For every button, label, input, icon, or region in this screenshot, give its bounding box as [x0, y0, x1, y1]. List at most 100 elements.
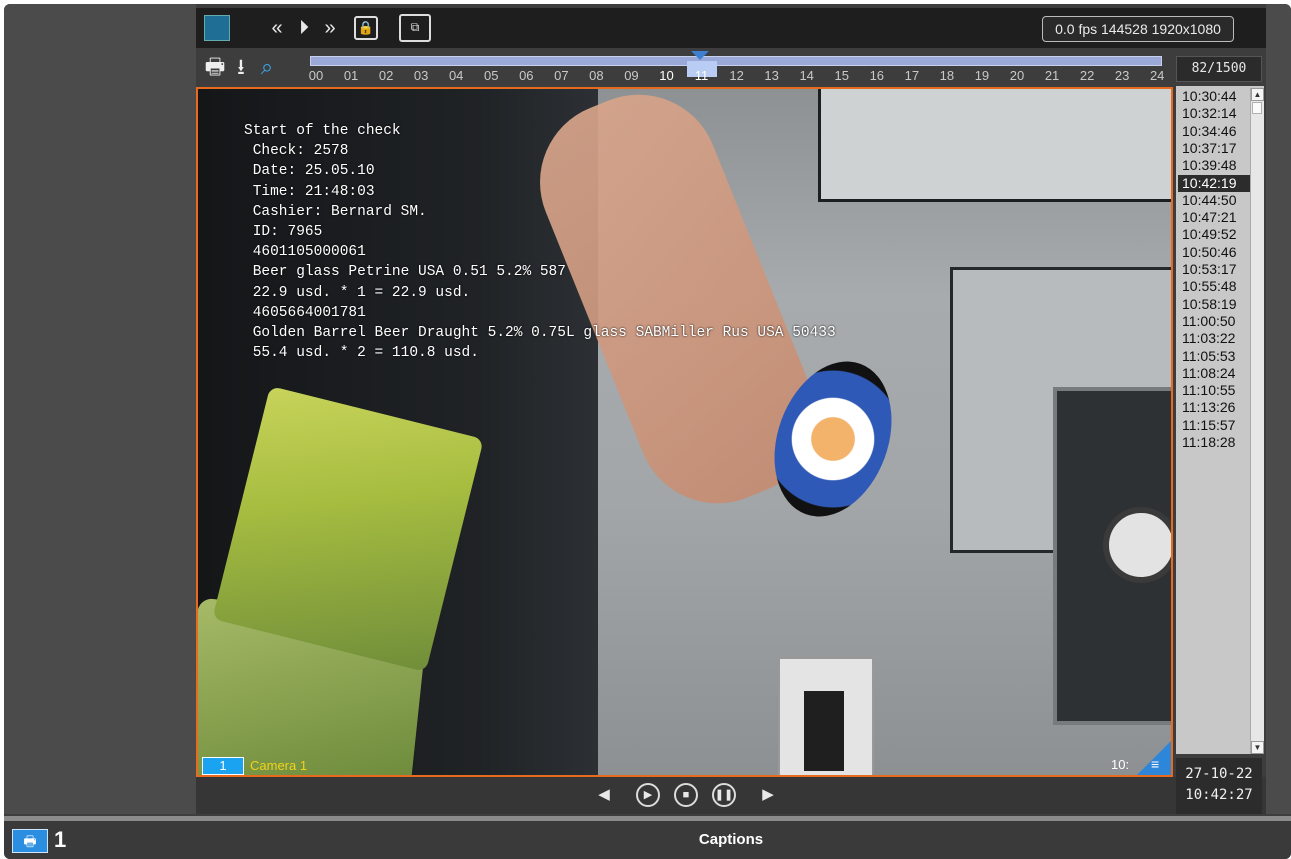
event-time-item[interactable]: 10:50:46 [1178, 244, 1252, 261]
timeline-tick: 20 [1009, 68, 1025, 83]
check-line: 4605664001781 [244, 304, 366, 321]
timeline-tick: 09 [624, 68, 639, 83]
timeline-tick: 24 [1149, 68, 1165, 83]
camera-name: Camera 1 [250, 758, 308, 773]
timeline-tick: 12 [729, 68, 744, 83]
timeline-tick: 03 [413, 68, 429, 83]
event-time-item[interactable]: 11:15:57 [1178, 417, 1252, 434]
scale-label: 10: [1111, 757, 1130, 772]
check-line: Check: 2578 [244, 143, 349, 160]
scene-disc [1103, 507, 1171, 583]
event-time-item[interactable]: 10:34:46 [1178, 123, 1252, 140]
scroll-down-icon[interactable]: ▼ [1251, 741, 1264, 754]
event-time-item[interactable]: 11:18:28 [1178, 434, 1252, 451]
event-time-item[interactable]: 10:30:44 [1178, 88, 1252, 105]
event-time-item[interactable]: 10:32:14 [1178, 105, 1252, 122]
fast-forward-icon[interactable]: » [317, 14, 343, 42]
rewind-icon[interactable]: « [264, 14, 290, 42]
check-line: Golden Barrel Beer Draught 5.2% 0.75L gl… [244, 324, 836, 341]
timeline-tick: 14 [799, 68, 814, 83]
check-line: ID: 7965 [244, 223, 323, 240]
captions-title: Captions [698, 831, 764, 848]
event-time-item[interactable]: 10:49:52 [1178, 226, 1252, 243]
right-panel [1266, 4, 1291, 814]
event-time-item[interactable]: 11:08:24 [1178, 365, 1252, 382]
timeline-tick: 05 [484, 68, 499, 83]
video-frame[interactable]: Start of the check Check: 2578 Date: 25.… [196, 87, 1173, 777]
prev-icon[interactable]: ◀ [592, 783, 616, 807]
timeline-tick: 22 [1079, 68, 1095, 83]
pause-icon[interactable]: ❚❚ [712, 783, 736, 807]
play-icon[interactable]: ▶ [636, 783, 660, 807]
check-line: Beer glass Petrine USA 0.51 5.2% 587 [244, 264, 566, 281]
timeline-tick: 08 [589, 68, 604, 83]
current-date: 27-10-22 [1185, 766, 1253, 782]
list-scrollbar[interactable]: ▲ ▼ [1250, 88, 1264, 754]
check-line: 22.9 usd. * 1 = 22.9 usd. [244, 284, 471, 301]
bottom-bar: 🖶 1 Captions [4, 821, 1291, 859]
camera-badge: 1 Camera 1 [202, 757, 307, 775]
timeline-tick: 19 [974, 68, 990, 83]
event-time-item[interactable]: 11:05:53 [1178, 348, 1252, 365]
event-time-item[interactable]: 10:47:21 [1178, 209, 1252, 226]
stop-icon[interactable]: ■ [674, 783, 698, 807]
tape-export-icon[interactable]: ⧉ [399, 14, 431, 42]
camera-number[interactable]: 1 [202, 757, 244, 775]
lock-icon[interactable]: 🔒 [354, 16, 378, 40]
check-line: 4601105000061 [244, 244, 366, 261]
check-line: Cashier: Bernard SM. [244, 203, 427, 220]
playback-controls: ◀ ▶ ■ ❚❚ ▶ [196, 777, 1266, 814]
video-toolbar: « ⏵ » 🔒 ⧉ 0.0 fps 144528 1920x1080 [196, 8, 1266, 48]
timeline-tick: 06 [519, 68, 534, 83]
current-datetime: 27-10-22 10:42:27 [1176, 758, 1262, 814]
stop-icon[interactable] [204, 15, 230, 41]
timeline-tick: 16 [869, 68, 885, 83]
timeline-bar[interactable] [310, 51, 1162, 77]
check-line: Date: 25.05.10 [244, 163, 375, 180]
left-panel [4, 4, 196, 814]
stream-status: 0.0 fps 144528 1920x1080 [1042, 16, 1234, 42]
timeline-tick: 15 [834, 68, 849, 83]
timeline-row: 🖶 ⭳ ⌕ 00 01 02 03 04 05 06 07 08 09 10 11 12 13 14 15 16 17… [196, 48, 1266, 86]
frame-counter: 82/1500 [1176, 56, 1262, 82]
event-time-item[interactable]: 10:37:17 [1178, 140, 1252, 157]
event-time-item[interactable]: 10:53:17 [1178, 261, 1252, 278]
timeline-tick: 23 [1114, 68, 1130, 83]
event-time-item[interactable]: 11:03:22 [1178, 330, 1252, 347]
event-time-item[interactable]: 11:13:26 [1178, 399, 1252, 416]
event-time-item[interactable]: 10:42:19 [1178, 174, 1252, 192]
timeline-tick: 21 [1044, 68, 1060, 83]
print-icon[interactable]: 🖶 [202, 52, 228, 82]
download-icon[interactable]: ⭳ [228, 52, 254, 82]
check-line: 55.4 usd. * 2 = 110.8 usd. [244, 345, 479, 362]
timeline-tick: 11 [694, 68, 709, 83]
search-icon[interactable]: ⌕ [254, 52, 280, 82]
event-time-item[interactable]: 11:10:55 [1178, 382, 1252, 399]
next-icon[interactable]: ▶ [756, 783, 780, 807]
timeline-tick: 17 [904, 68, 920, 83]
scene-panel [818, 89, 1171, 202]
menu-icon[interactable]: ≡ [1151, 757, 1167, 771]
scroll-up-icon[interactable]: ▲ [1251, 88, 1264, 101]
event-time-item[interactable]: 10:58:19 [1178, 296, 1252, 313]
timeline-tick: 00 [308, 68, 324, 83]
timeline-tick: 04 [448, 68, 464, 83]
event-time-item[interactable]: 10:39:48 [1178, 157, 1252, 174]
play-icon[interactable]: ⏵ [291, 14, 317, 42]
event-time-item[interactable]: 10:55:48 [1178, 278, 1252, 295]
scroll-thumb[interactable] [1252, 102, 1262, 114]
timeline-tick: 10 [659, 68, 674, 83]
timeline-caret-icon[interactable] [691, 51, 709, 60]
timeline-tick: 02 [378, 68, 394, 83]
timeline-tools: 🖶 ⭳ ⌕ [202, 52, 282, 82]
check-line: Time: 21:48:03 [244, 183, 375, 200]
current-time: 10:42:27 [1185, 787, 1253, 803]
timeline-tick: 13 [764, 68, 779, 83]
event-time-item[interactable]: 11:00:50 [1178, 313, 1252, 330]
timeline-tick: 01 [343, 68, 359, 83]
app-window: « ⏵ » 🔒 ⧉ 0.0 fps 144528 1920x1080 🖶 ⭳ ⌕ 0… [4, 4, 1291, 859]
check-line: Start of the check [244, 123, 401, 139]
timeline-tick: 07 [554, 68, 569, 83]
scene-plug-hole [804, 691, 844, 771]
event-time-item[interactable]: 10:44:50 [1178, 192, 1252, 209]
